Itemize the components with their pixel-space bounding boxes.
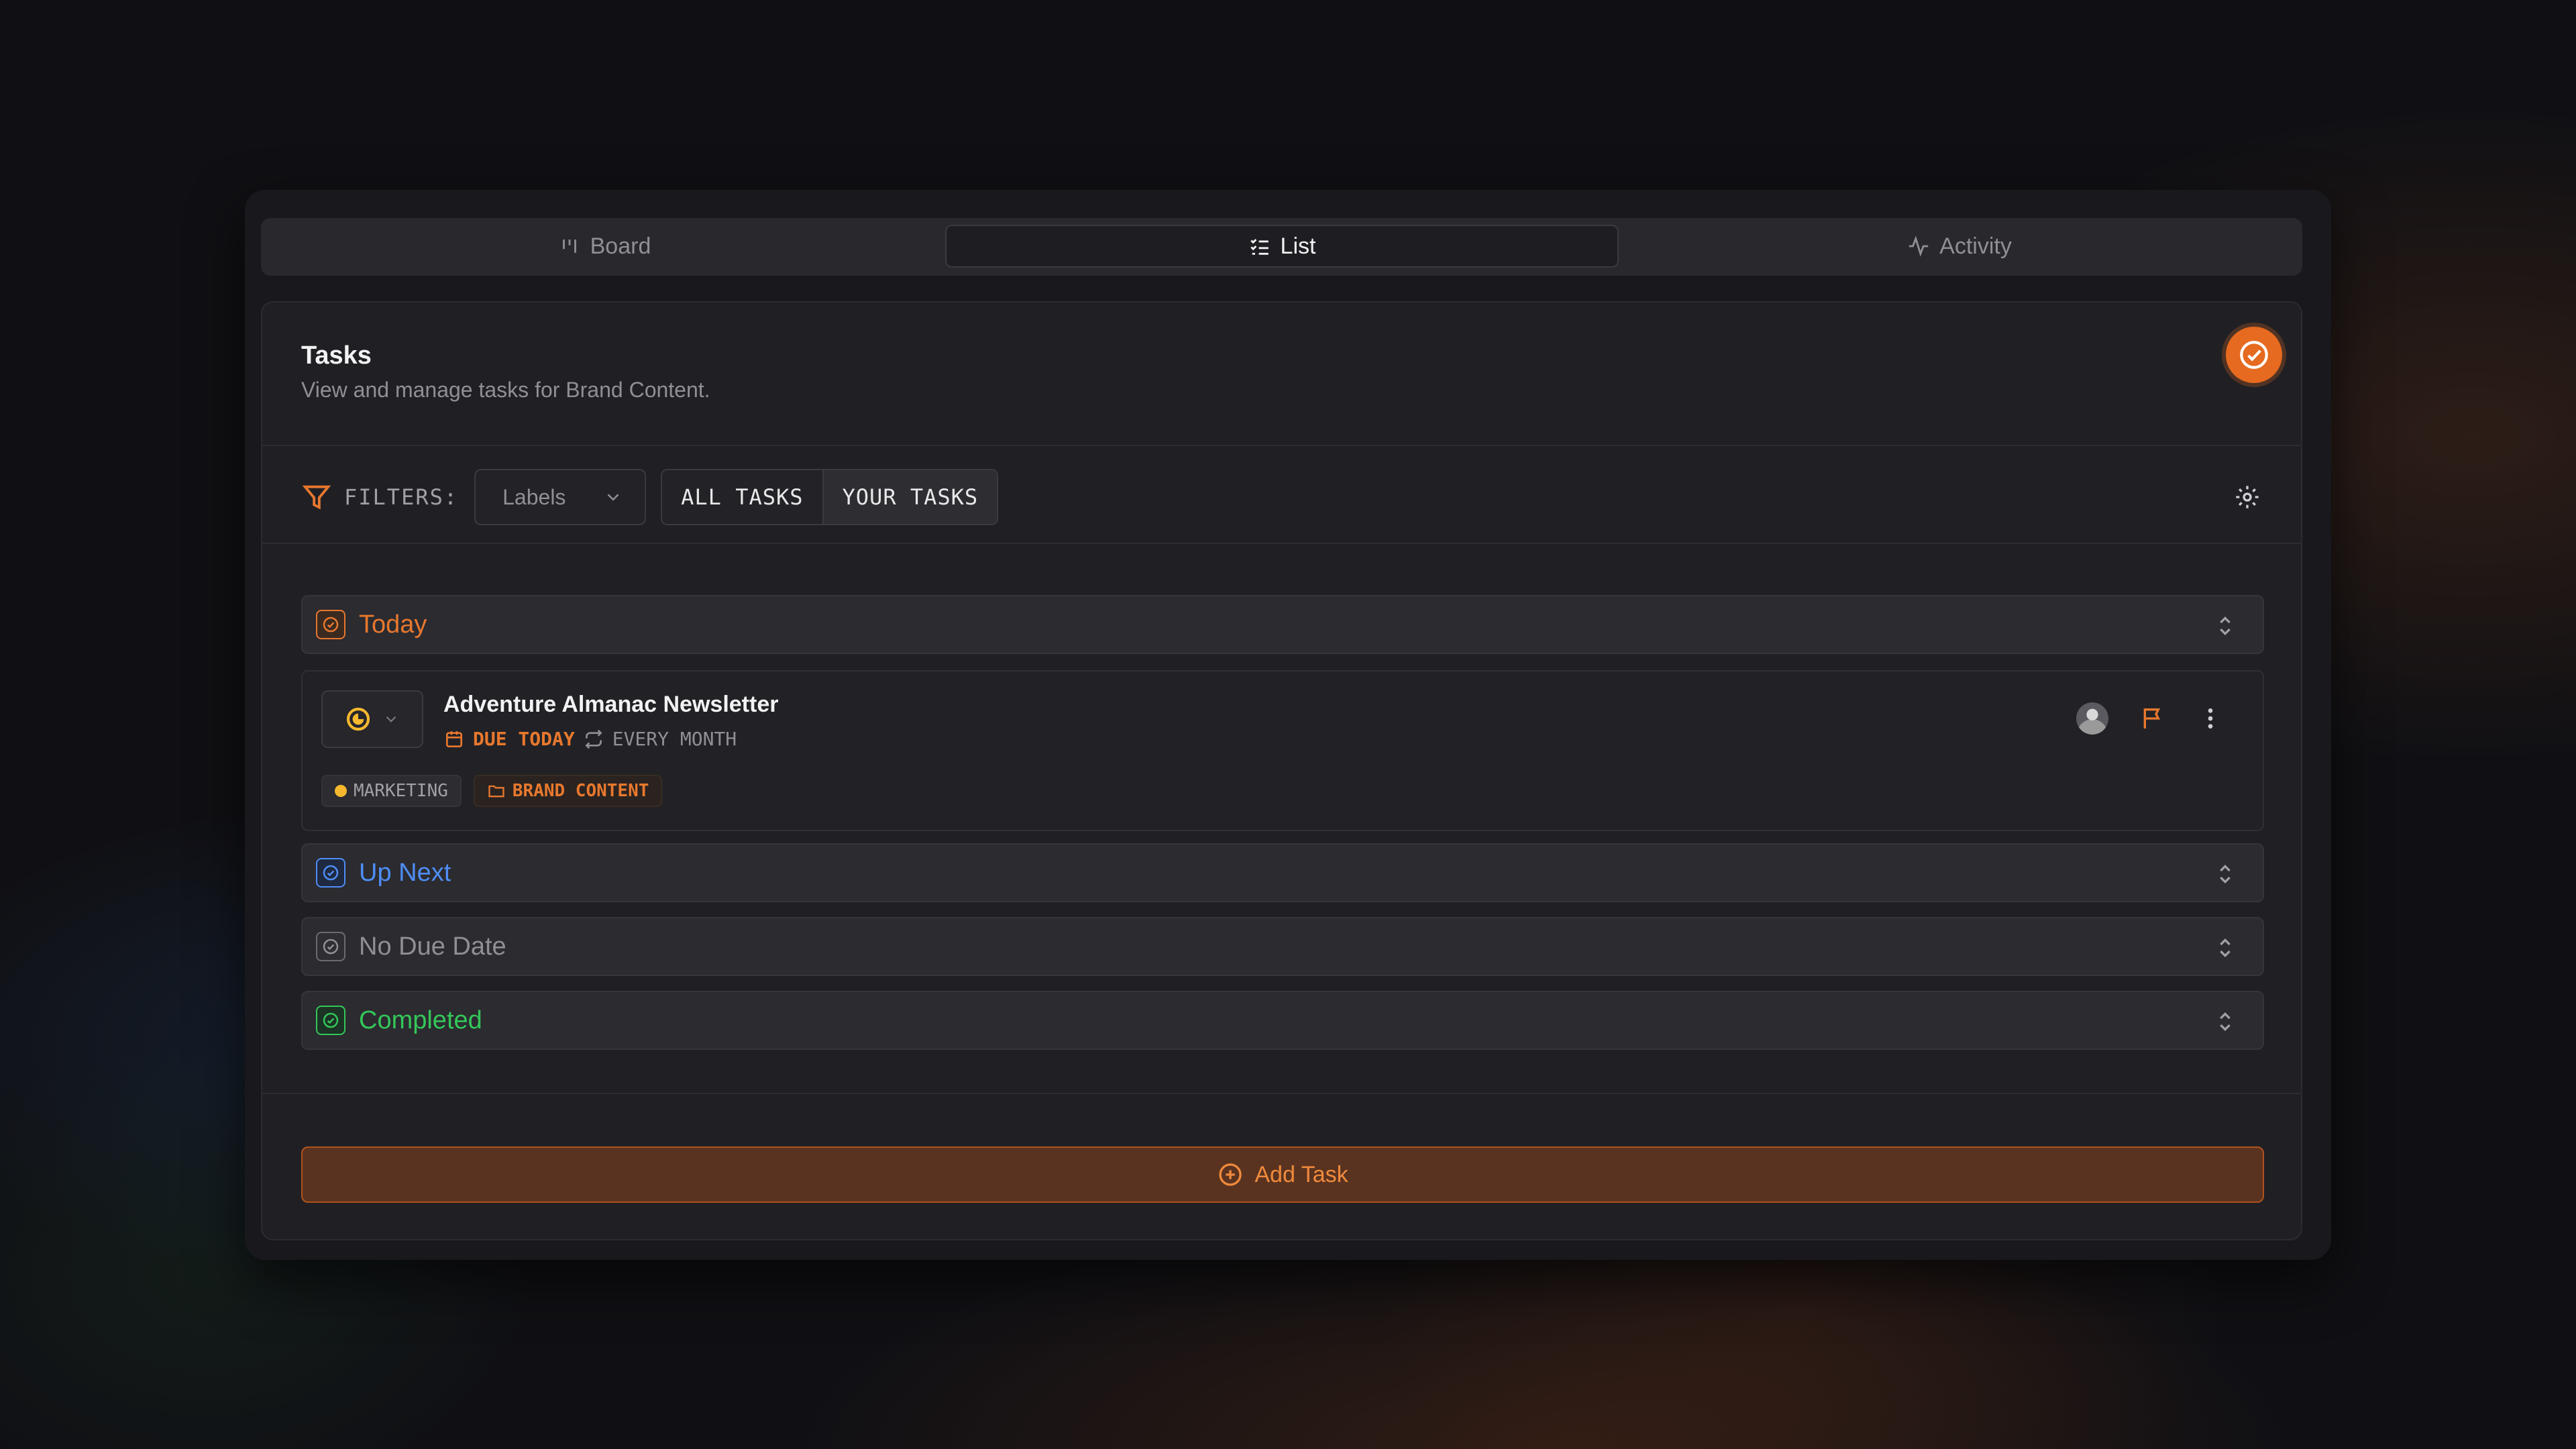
check-circle-icon (316, 610, 345, 639)
tab-list-label: List (1280, 233, 1316, 259)
divider (262, 1093, 2301, 1094)
tag-label: MARKETING (354, 781, 448, 801)
tab-board-label: Board (590, 233, 651, 259)
section-label: Up Next (359, 858, 451, 887)
calendar-icon (446, 731, 462, 747)
chevron-up-down-icon (2220, 1012, 2231, 1032)
filters-bar: FILTERS: Labels ALL TASKS YOUR TASKS (301, 469, 999, 525)
check-circle-icon (316, 858, 345, 888)
task-tags: MARKETING BRAND CONTENT (321, 775, 663, 807)
due-date: DUE TODAY (473, 728, 575, 750)
flag-icon[interactable] (2139, 705, 2166, 732)
repeat-icon (585, 729, 602, 749)
activity-icon (1909, 235, 1929, 257)
half-circle-status-icon (346, 707, 370, 731)
divider (262, 543, 2301, 544)
section-label: Completed (359, 1006, 482, 1034)
avatar[interactable] (2076, 702, 2108, 735)
task-actions (2076, 702, 2224, 735)
labels-select[interactable]: Labels (474, 469, 647, 525)
add-task-button[interactable]: Add Task (301, 1146, 2264, 1203)
folder-icon (488, 785, 504, 798)
chevron-down-icon (386, 716, 396, 722)
check-circle-icon[interactable] (2226, 327, 2282, 383)
section-label: Today (359, 610, 427, 639)
all-tasks-button[interactable]: ALL TASKS (662, 470, 822, 524)
recurrence: EVERY MONTH (612, 728, 737, 750)
chevron-up-down-icon (2220, 938, 2231, 958)
section-no-due-date[interactable]: No Due Date (301, 917, 2264, 976)
task-title[interactable]: Adventure Almanac Newsletter (443, 692, 778, 718)
gear-icon[interactable] (2234, 484, 2261, 511)
section-label: No Due Date (359, 932, 506, 961)
task-item[interactable]: Adventure Almanac Newsletter DUE TODAY E… (301, 670, 2264, 831)
check-circle-icon (316, 932, 345, 961)
list-icon (1250, 239, 1269, 255)
view-tabs: Board List Activity (261, 218, 2302, 276)
divider (262, 445, 2301, 446)
status-dropdown[interactable] (321, 690, 423, 748)
dot-icon (335, 785, 347, 797)
chevron-up-down-icon (2220, 616, 2231, 636)
chevron-down-icon (607, 494, 619, 501)
section-today[interactable]: Today (301, 595, 2264, 654)
tag-marketing[interactable]: MARKETING (321, 775, 462, 807)
plus-circle-icon (1219, 1163, 1242, 1186)
more-vertical-icon[interactable] (2197, 705, 2224, 732)
section-up-next[interactable]: Up Next (301, 843, 2264, 902)
tag-label: BRAND CONTENT (512, 781, 649, 801)
section-completed[interactable]: Completed (301, 991, 2264, 1050)
filters-label: FILTERS: (344, 484, 459, 510)
check-circle-icon (316, 1006, 345, 1035)
task-meta: DUE TODAY EVERY MONTH (443, 728, 737, 750)
page-subtitle: View and manage tasks for Brand Content. (301, 378, 710, 402)
task-scope-toggle: ALL TASKS YOUR TASKS (661, 469, 999, 525)
board-icon (562, 239, 576, 253)
tag-brand-content[interactable]: BRAND CONTENT (473, 775, 663, 807)
add-task-label: Add Task (1254, 1161, 1348, 1187)
tab-board[interactable]: Board (268, 225, 941, 268)
tab-activity-label: Activity (1939, 233, 2012, 259)
page-title: Tasks (301, 341, 372, 370)
task-card: Board List Activity Tasks View and manag… (245, 190, 2331, 1260)
tab-activity[interactable]: Activity (1623, 225, 2296, 268)
labels-select-value: Labels (502, 484, 566, 509)
tasks-panel: Tasks View and manage tasks for Brand Co… (261, 301, 2302, 1240)
your-tasks-button[interactable]: YOUR TASKS (822, 470, 998, 524)
tab-list[interactable]: List (945, 225, 1619, 268)
chevron-up-down-icon (2220, 864, 2231, 884)
filter-icon (302, 485, 331, 510)
